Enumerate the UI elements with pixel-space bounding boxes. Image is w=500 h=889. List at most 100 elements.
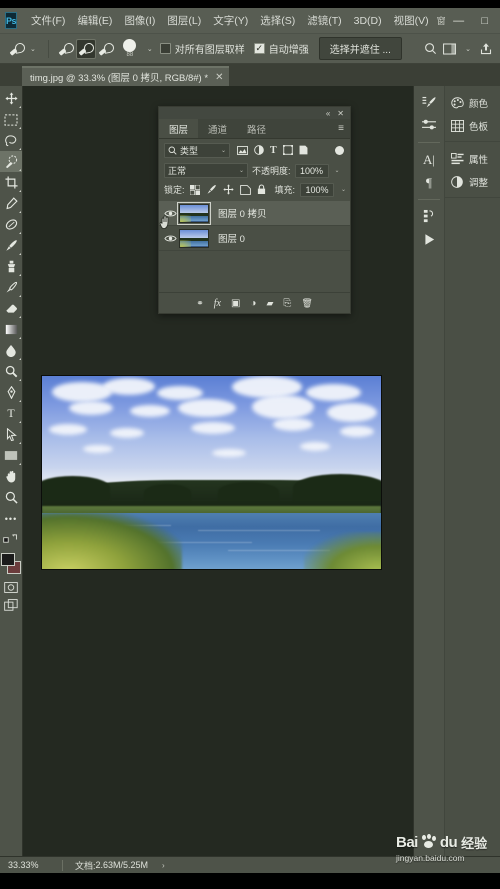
new-layer-button[interactable]: ⎘ [283,298,291,309]
subtract-from-selection-mode-button[interactable] [96,39,116,59]
workspace-icon[interactable] [443,42,457,55]
filter-enable-toggle[interactable] [335,145,344,155]
table-row[interactable]: 图层 0 拷贝 [159,201,350,226]
sample-all-layers-option[interactable]: 对所有图层取样 [159,41,245,56]
panel-menu-icon[interactable]: ≡ [338,119,350,138]
pen-tool[interactable] [0,382,22,403]
rectangular-marquee-tool[interactable] [0,109,22,130]
menu-file[interactable]: 文件(F) [25,10,71,31]
tab-channels[interactable]: 通道 [198,119,237,138]
auto-enhance-checkbox[interactable] [253,43,265,54]
eraser-tool[interactable] [0,298,22,319]
fill-caret[interactable]: ⌄ [341,186,346,193]
color-swatches[interactable] [0,552,22,578]
history-panel-icon[interactable] [415,205,443,228]
quick-mask-icon[interactable] [0,578,22,596]
rectangle-tool[interactable] [0,445,22,466]
gradient-tool[interactable] [0,319,22,340]
menu-3d[interactable]: 3D(D) [348,12,388,30]
hand-tool[interactable] [0,466,22,487]
foreground-color-swatch[interactable] [1,553,15,566]
quick-selection-tool[interactable] [0,151,22,172]
workspace-caret[interactable]: ⌄ [465,45,471,53]
history-brush-tool[interactable] [0,277,22,298]
document-tab[interactable]: timg.jpg @ 33.3% (图层 0 拷贝, RGB/8#) * ✕ [22,66,230,86]
dodge-tool[interactable] [0,361,22,382]
layer-name[interactable]: 图层 0 拷贝 [218,206,267,220]
menu-image[interactable]: 图像(I) [118,10,161,31]
tool-preset-picker[interactable]: ⌄ [7,39,41,59]
share-icon[interactable] [480,42,492,55]
more-tools-button[interactable]: ••• [0,508,22,529]
healing-brush-tool[interactable] [0,214,22,235]
layer-thumbnail[interactable] [179,228,209,248]
layer-name[interactable]: 图层 0 [218,231,245,245]
panel-properties[interactable]: 属性 [445,147,500,170]
move-tool[interactable] [0,88,22,109]
opacity-value[interactable]: 100% [294,163,329,178]
default-colors-swap[interactable] [0,529,22,550]
eyedropper-tool[interactable] [0,193,22,214]
zoom-level[interactable]: 33.33% [0,860,62,870]
brush-options-caret[interactable]: ⌄ [147,45,153,53]
tool-preset-caret[interactable]: ⌄ [30,45,36,53]
filter-kind-select[interactable]: 类型 ⌄ [164,142,230,158]
zoom-tool[interactable] [0,487,22,508]
paragraph-panel-icon[interactable]: ¶ [415,171,443,194]
layer-visibility-icon[interactable] [161,234,179,243]
screen-mode-icon[interactable] [0,596,22,614]
lasso-tool[interactable] [0,130,22,151]
opacity-caret[interactable]: ⌄ [335,167,340,174]
layer-thumbnail[interactable] [177,201,211,225]
panel-color[interactable]: 颜色 [445,91,500,114]
maximize-button[interactable]: □ [472,9,498,33]
add-layer-mask-button[interactable]: ▣ [231,298,240,309]
character-panel-icon[interactable]: A| [415,148,443,171]
crop-tool[interactable] [0,172,22,193]
path-selection-tool[interactable] [0,424,22,445]
layer-visibility-icon[interactable] [161,209,179,218]
layer-style-button[interactable]: fx [214,298,221,309]
blend-mode-select[interactable]: 正常 ⌄ [164,163,248,178]
sample-all-layers-checkbox[interactable] [159,43,171,54]
actions-panel-icon[interactable] [415,228,443,251]
panel-swatches[interactable]: 色板 [445,114,500,137]
menu-select[interactable]: 选择(S) [254,10,301,31]
search-icon[interactable] [424,42,437,55]
blur-tool[interactable] [0,340,22,361]
brush-presets-icon[interactable] [415,114,443,137]
tab-paths[interactable]: 路径 [237,119,276,138]
menu-type[interactable]: 文字(Y) [207,10,254,31]
auto-enhance-option[interactable]: 自动增强 [253,41,309,56]
close-panel-icon[interactable]: ✕ [337,109,344,118]
lake-landscape-photo[interactable] [41,375,382,570]
add-to-selection-mode-button[interactable] [75,38,96,59]
panel-adjustments[interactable]: 调整 [445,170,500,193]
new-group-button[interactable]: ▰ [266,298,273,309]
status-expand-arrow[interactable]: › [162,861,165,870]
horizontal-type-tool[interactable]: T [0,403,22,424]
brush-size-preview[interactable]: 88 [118,39,142,58]
menu-filter[interactable]: 滤镜(T) [301,10,347,31]
minimize-button[interactable]: — [446,9,472,33]
new-selection-mode-button[interactable] [56,39,76,59]
menu-edit[interactable]: 编辑(E) [71,10,118,31]
link-layers-button[interactable]: ⚭ [196,298,204,309]
menu-view[interactable]: 视图(V) [388,10,435,31]
brush-tool[interactable] [0,235,22,256]
clone-stamp-tool[interactable] [0,256,22,277]
type-filter-icon[interactable]: T [270,145,277,156]
delete-layer-button[interactable]: 🗑 [301,298,312,309]
fill-value[interactable]: 100% [300,182,335,197]
chevron-down-icon[interactable]: ⌄ [239,167,244,174]
collapse-panel-icon[interactable]: « [326,109,330,118]
menu-layer[interactable]: 图层(L) [161,10,207,31]
chevron-down-icon[interactable]: ⌄ [221,147,226,154]
table-row[interactable]: 图层 0 [159,226,350,251]
brush-settings-icon[interactable] [415,91,443,114]
tab-layers[interactable]: 图层 [159,119,199,138]
select-and-mask-button[interactable]: 选择并遮住 ... [318,37,402,60]
new-adjustment-layer-button[interactable]: ◑ [250,298,256,309]
document-tab-close-icon[interactable]: ✕ [215,72,223,83]
menu-overflow[interactable]: 窗 [437,14,446,27]
